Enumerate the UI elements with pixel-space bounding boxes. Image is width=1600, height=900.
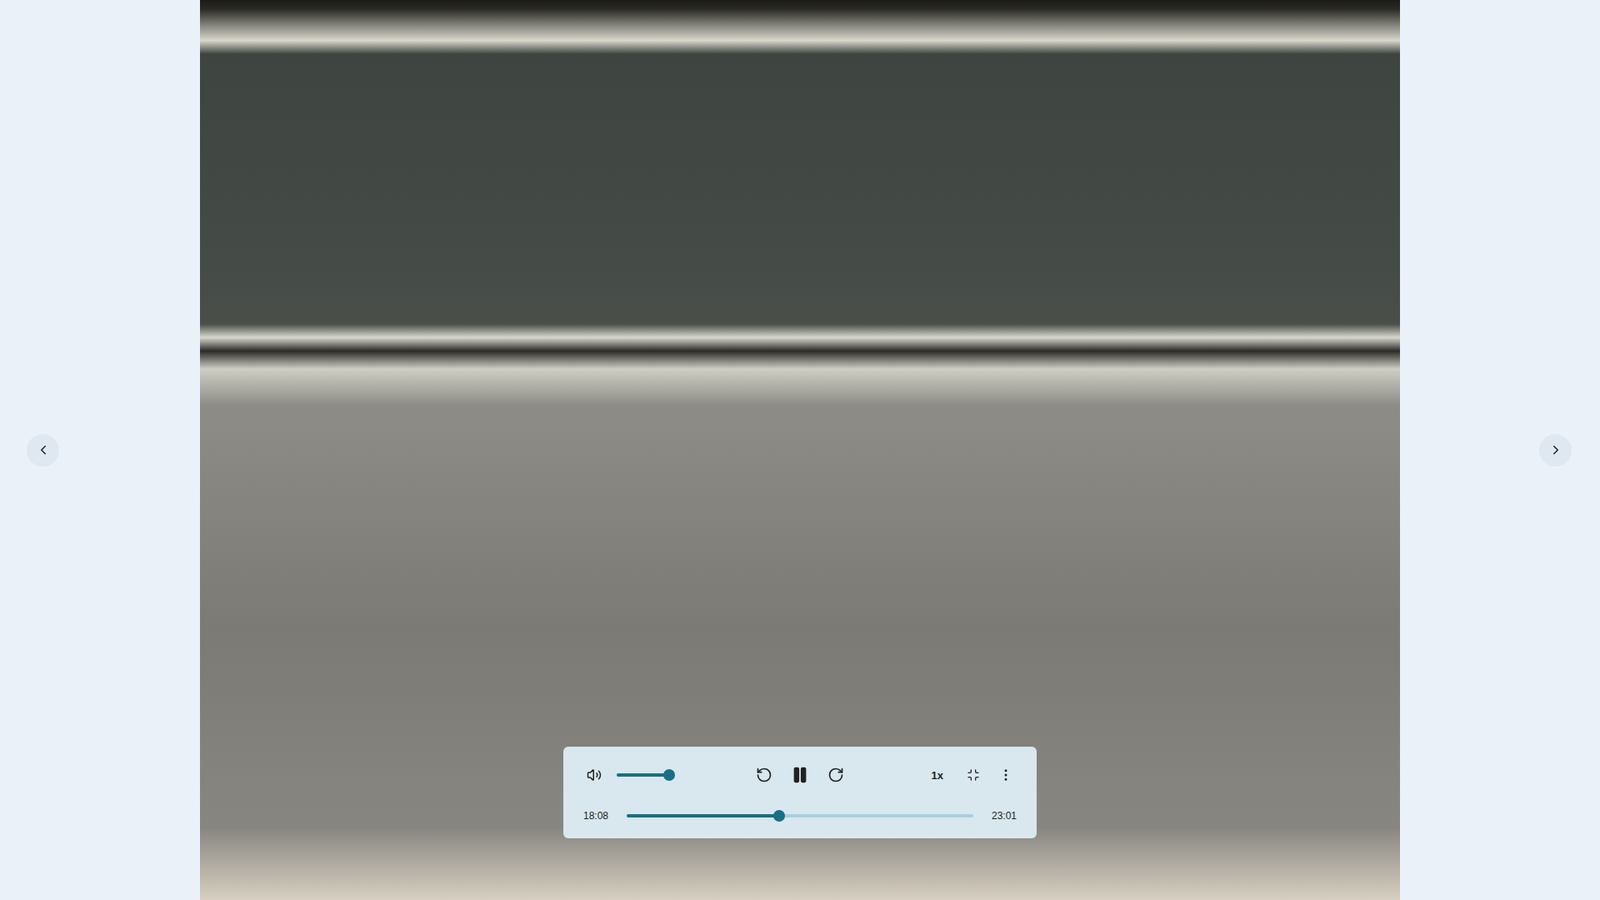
player-controls: 1x 18:08 23:01 <box>563 746 1037 839</box>
progress-bar[interactable] <box>626 814 974 818</box>
playback-group <box>752 762 848 788</box>
volume-slider-fill <box>616 773 670 777</box>
controls-top-row: 1x <box>583 758 1017 792</box>
more-button[interactable] <box>995 764 1017 786</box>
more-vertical-icon <box>998 767 1014 783</box>
media-viewer: 1x 18:08 23:01 <box>0 0 1600 900</box>
exit-fullscreen-button[interactable] <box>963 765 984 785</box>
previous-button[interactable] <box>26 434 60 467</box>
volume-slider-thumb[interactable] <box>663 769 675 781</box>
play-pause-button[interactable] <box>787 762 813 788</box>
volume-icon <box>586 767 602 783</box>
volume-group <box>583 764 753 786</box>
video-frame: 1x 18:08 23:01 <box>200 0 1400 900</box>
forward-button[interactable] <box>824 763 848 787</box>
chevron-left-icon <box>35 442 51 458</box>
options-group: 1x <box>847 764 1017 786</box>
pause-icon <box>790 765 810 785</box>
volume-slider[interactable] <box>616 773 675 777</box>
controls-bottom-row: 18:08 23:01 <box>583 806 1017 825</box>
progress-bar-fill <box>626 814 780 818</box>
speed-button[interactable]: 1x <box>923 765 952 785</box>
elapsed-time: 18:08 <box>583 810 609 822</box>
duration-time: 23:01 <box>991 810 1017 822</box>
forward-10-icon <box>827 766 845 784</box>
rewind-button[interactable] <box>752 763 776 787</box>
next-button[interactable] <box>1539 434 1572 467</box>
chevron-right-icon <box>1548 442 1564 458</box>
exit-fullscreen-icon <box>966 768 980 782</box>
mute-button[interactable] <box>583 764 605 786</box>
rewind-10-icon <box>755 766 773 784</box>
progress-bar-thumb[interactable] <box>773 810 785 822</box>
